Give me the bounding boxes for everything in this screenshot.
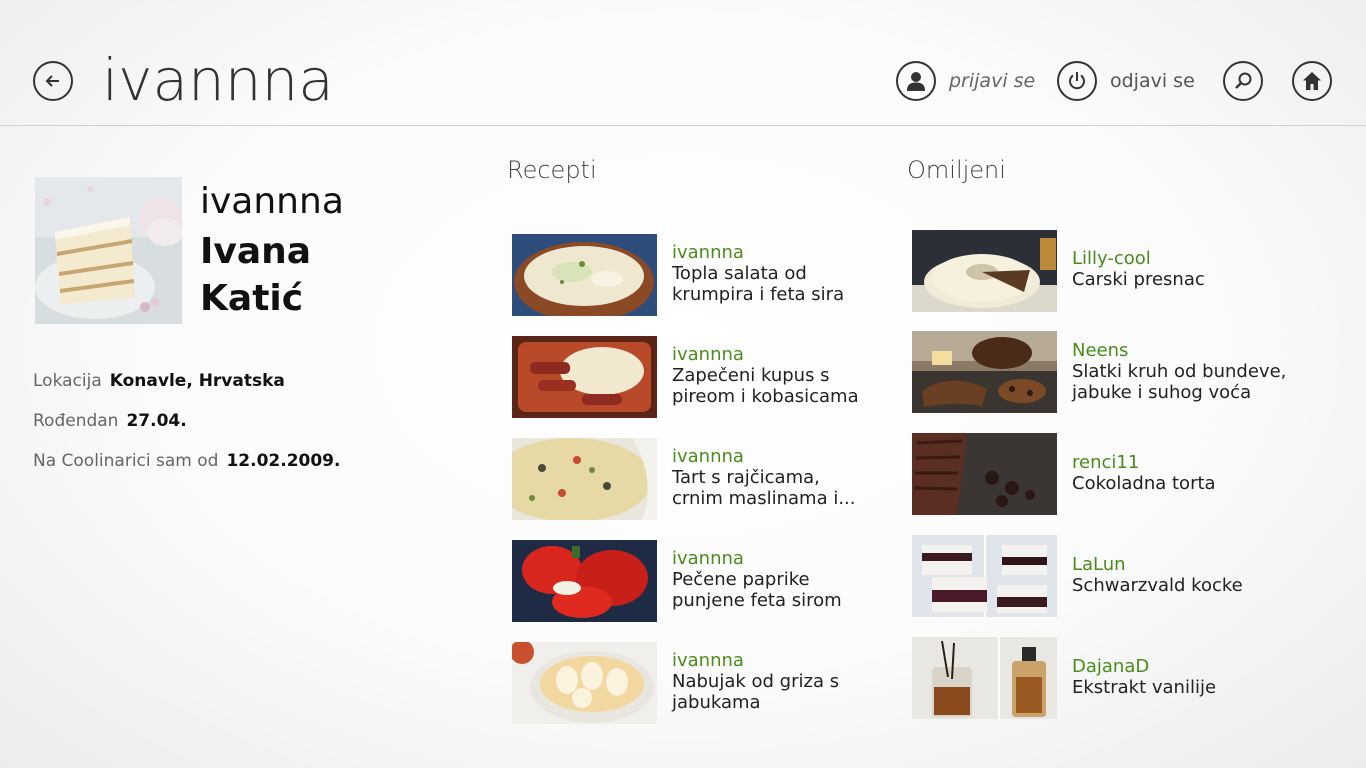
recipe-name-line: Nabujak od griza s (672, 671, 840, 692)
favorite-name-line: jabuke i suhog voća (1072, 382, 1252, 403)
recipe-card[interactable]: ivannna Zapečeni kupus s pireom i kobasic… (512, 336, 887, 418)
recipe-card[interactable]: ivannna Tart s rajčicama, crnim maslinama… (512, 438, 887, 520)
info-birthday: Rođendan 27.04. (33, 409, 187, 433)
favorite-author[interactable]: LaLun (1072, 554, 1287, 575)
recipe-name: Topla salata od krumpira i feta sira (672, 263, 887, 305)
recipe-thumbnail (512, 336, 657, 418)
favorite-thumbnail (912, 535, 1057, 617)
favorite-card[interactable]: DajanaD Ekstrakt vanilije (912, 637, 1287, 719)
favorite-name-line: Slatki kruh od bundeve, (1072, 361, 1287, 382)
recipe-name-line: crnim maslinama i... (672, 488, 856, 509)
favorite-author[interactable]: renci11 (1072, 452, 1287, 473)
search-icon (1235, 72, 1252, 89)
page-title: ivannna (102, 46, 334, 114)
recipe-thumbnail (512, 540, 657, 622)
recipe-author[interactable]: ivannna (672, 650, 887, 671)
recipe-thumbnail (512, 438, 657, 520)
section-title-omiljeni: Omiljeni (907, 156, 1006, 184)
info-label: Rođendan (33, 411, 119, 431)
profile-avatar (35, 177, 182, 324)
recipe-card[interactable]: ivannna Nabujak od griza s jabukama (512, 642, 887, 724)
recipe-name-line: jabukama (672, 692, 761, 713)
back-button[interactable] (33, 61, 73, 101)
favorite-author[interactable]: DajanaD (1072, 656, 1287, 677)
profile-username: ivannna (200, 181, 344, 222)
favorite-text: Lilly-cool Carski presnac (1072, 248, 1287, 312)
search-button[interactable] (1223, 61, 1263, 101)
favorite-text: Neens Slatki kruh od bundeve, jabuke i su… (1072, 340, 1302, 413)
favorite-name: Slatki kruh od bundeve, jabuke i suhog vo… (1072, 361, 1302, 403)
favorite-text: renci11 Cokoladna torta (1072, 452, 1287, 515)
favorite-card[interactable]: LaLun Schwarzvald kocke (912, 535, 1287, 617)
favorite-thumbnail (912, 433, 1057, 515)
recipe-name-line: krumpira i feta sira (672, 284, 845, 305)
profile-first-name: Ivana (200, 231, 312, 272)
logout-button[interactable]: odjavi se (1057, 61, 1195, 101)
info-label: Lokacija (33, 371, 102, 391)
recipe-author[interactable]: ivannna (672, 344, 887, 365)
login-button[interactable]: prijavi se (896, 61, 1035, 101)
recipe-text: ivannna Tart s rajčicama, crnim maslinama… (672, 446, 887, 520)
section-title-recepti: Recepti (507, 156, 597, 184)
home-icon (1303, 72, 1321, 90)
logout-label: odjavi se (1110, 70, 1195, 92)
favorite-card[interactable]: Neens Slatki kruh od bundeve, jabuke i su… (912, 331, 1302, 413)
favorite-text: LaLun Schwarzvald kocke (1072, 554, 1287, 617)
recipe-card[interactable]: ivannna Topla salata od krumpira i feta s… (512, 234, 887, 316)
profile-last-name: Katić (200, 278, 304, 319)
recipe-name: Nabujak od griza s jabukama (672, 671, 887, 713)
recipe-thumbnail (512, 234, 657, 316)
recipe-name: Pečene paprike punjene feta sirom (672, 569, 887, 611)
favorite-thumbnail (912, 331, 1057, 413)
login-label: prijavi se (949, 70, 1036, 92)
info-member-since: Na Coolinarici sam od 12.02.2009. (33, 449, 340, 473)
favorite-thumbnail (912, 637, 1057, 719)
info-value: 12.02.2009. (226, 451, 341, 471)
recipe-thumbnail (512, 642, 657, 724)
favorite-author[interactable]: Lilly-cool (1072, 248, 1287, 269)
info-value: 27.04. (126, 411, 187, 431)
login-icon-button[interactable] (896, 61, 936, 101)
favorite-text: DajanaD Ekstrakt vanilije (1072, 656, 1287, 719)
favorite-author[interactable]: Neens (1072, 340, 1302, 361)
favorite-card[interactable]: Lilly-cool Carski presnac (912, 230, 1287, 312)
profile-fullname: Ivana Katić (200, 228, 420, 322)
recipe-card[interactable]: ivannna Pečene paprike punjene feta sirom (512, 540, 887, 622)
logout-icon-button[interactable] (1057, 61, 1097, 101)
info-value: Konavle, Hrvatska (109, 371, 285, 391)
recipe-text: ivannna Pečene paprike punjene feta sirom (672, 548, 887, 622)
recipe-name-line: pireom i kobasicama (672, 386, 859, 407)
user-icon (907, 72, 925, 91)
recipe-text: ivannna Zapečeni kupus s pireom i kobasic… (672, 344, 887, 418)
favorite-name: Ekstrakt vanilije (1072, 677, 1217, 698)
favorite-card[interactable]: renci11 Cokoladna torta (912, 433, 1287, 515)
favorite-name: Cokoladna torta (1072, 473, 1216, 494)
recipe-name-line: punjene feta sirom (672, 590, 842, 611)
favorite-name: Carski presnac (1072, 269, 1205, 290)
recipe-author[interactable]: ivannna (672, 242, 887, 263)
favorite-thumbnail (912, 230, 1057, 312)
info-location: Lokacija Konavle, Hrvatska (33, 369, 285, 393)
info-label: Na Coolinarici sam od (33, 451, 219, 471)
recipe-text: ivannna Nabujak od griza s jabukama (672, 650, 887, 724)
recipe-author[interactable]: ivannna (672, 548, 887, 569)
home-button[interactable] (1292, 61, 1332, 101)
power-icon (1069, 72, 1085, 90)
recipe-name: Zapečeni kupus s pireom i kobasicama (672, 365, 887, 407)
favorite-name: Schwarzvald kocke (1072, 575, 1243, 596)
recipe-name: Tart s rajčicama, crnim maslinama i... (672, 467, 887, 509)
arrow-left-icon (45, 75, 59, 87)
recipe-name-line: Tart s rajčicama, (672, 467, 820, 488)
recipe-name-line: Pečene paprike (672, 569, 810, 590)
app-header: ivannna prijavi se odjavi se (0, 0, 1366, 126)
recipe-name-line: Topla salata od (672, 263, 807, 284)
recipe-author[interactable]: ivannna (672, 446, 887, 467)
recipe-text: ivannna Topla salata od krumpira i feta s… (672, 242, 887, 316)
recipe-name-line: Zapečeni kupus s (672, 365, 830, 386)
